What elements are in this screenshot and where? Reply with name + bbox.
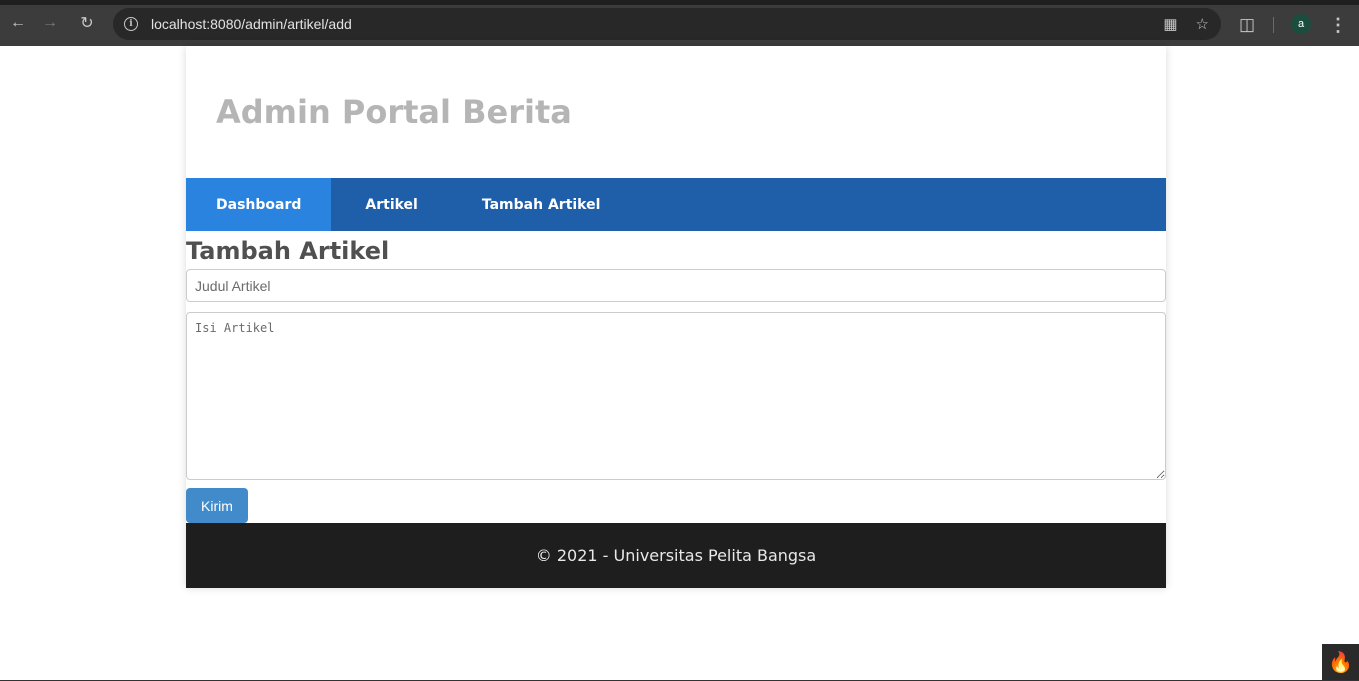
main-nav: Dashboard Artikel Tambah Artikel (186, 178, 1166, 231)
page-title: Tambah Artikel (186, 237, 390, 265)
form-section: Tambah Artikel Kirim (186, 237, 1166, 523)
menu-icon[interactable]: ⋮ (1328, 7, 1348, 43)
profile-avatar[interactable]: a (1291, 14, 1311, 34)
back-icon[interactable]: ← (0, 5, 36, 41)
bookmark-star-icon[interactable]: ☆ (1196, 15, 1209, 33)
url-text[interactable]: localhost:8080/admin/artikel/add (151, 16, 352, 32)
page-container: Admin Portal Berita Dashboard Artikel Ta… (186, 46, 1166, 588)
reload-icon[interactable]: ↻ (69, 5, 105, 41)
kirim-button[interactable]: Kirim (186, 488, 248, 523)
extensions-icon[interactable]: ◫ (1236, 7, 1258, 43)
toolbar-divider (1273, 17, 1274, 33)
nav-item-artikel[interactable]: Artikel (331, 178, 451, 231)
site-info-icon[interactable]: i (124, 17, 138, 31)
isi-textarea[interactable] (186, 312, 1166, 480)
site-title: Admin Portal Berita (216, 93, 572, 131)
flame-icon[interactable]: 🔥 (1322, 644, 1359, 681)
site-header: Admin Portal Berita (186, 46, 1166, 178)
judul-input[interactable] (186, 269, 1166, 302)
nav-item-dashboard[interactable]: Dashboard (186, 178, 332, 231)
address-bar[interactable]: i localhost:8080/admin/artikel/add ▦ ☆ (113, 8, 1221, 40)
nav-item-tambah-artikel[interactable]: Tambah Artikel (452, 178, 631, 231)
forward-icon[interactable]: → (32, 5, 68, 41)
translate-icon[interactable]: ▦ (1163, 15, 1177, 33)
browser-toolbar: ← → ↻ i localhost:8080/admin/artikel/add… (0, 0, 1359, 46)
footer-text: © 2021 - Universitas Pelita Bangsa (535, 546, 817, 565)
site-footer: © 2021 - Universitas Pelita Bangsa (186, 523, 1166, 588)
